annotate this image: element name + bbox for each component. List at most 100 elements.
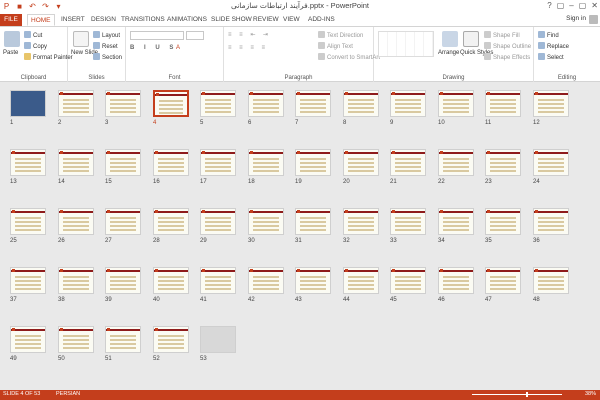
slide-thumbnail[interactable] <box>485 267 521 294</box>
tab-animations[interactable]: ANIMATIONS <box>164 14 210 26</box>
slide-thumbnail[interactable] <box>153 149 189 176</box>
slide-thumbnail[interactable] <box>438 267 474 294</box>
list-buttons-icon[interactable]: ≡ ≡ ⇤ ⇥ <box>228 31 271 38</box>
slide-thumbnail[interactable] <box>153 326 189 353</box>
tab-home[interactable]: HOME <box>27 14 55 26</box>
slide-thumbnail[interactable] <box>58 149 94 176</box>
language-indicator[interactable]: PERSIAN <box>56 391 80 397</box>
slide-thumbnail[interactable] <box>10 267 46 294</box>
paste-button[interactable]: Paste <box>3 50 18 56</box>
slide-thumbnail[interactable] <box>295 90 331 117</box>
zoom-slider[interactable] <box>472 394 562 395</box>
ribbon-display-button[interactable]: ▢ <box>557 1 565 10</box>
cut-button[interactable]: Cut <box>24 31 42 39</box>
slide-thumbnail[interactable] <box>295 267 331 294</box>
font-format-buttons[interactable]: B I U S <box>130 45 177 51</box>
tab-design[interactable]: DESIGN <box>88 14 119 26</box>
tab-slide-show[interactable]: SLIDE SHOW <box>208 14 255 26</box>
slide-thumbnail[interactable] <box>200 90 236 117</box>
layout-button[interactable]: Layout <box>93 31 120 39</box>
font-name-box[interactable] <box>130 31 184 40</box>
slide-thumbnail[interactable] <box>248 267 284 294</box>
slide-thumbnail[interactable] <box>485 149 521 176</box>
slide-thumbnail[interactable] <box>200 208 236 235</box>
align-buttons-icon[interactable]: ≡ ≡ ≡ ≡ <box>228 45 268 51</box>
copy-button[interactable]: Copy <box>24 42 47 50</box>
font-color-icon[interactable]: A <box>176 45 180 51</box>
slide-thumbnail[interactable] <box>343 149 379 176</box>
tab-file[interactable]: FILE <box>0 14 22 26</box>
slide-thumbnail[interactable] <box>105 326 141 353</box>
slide-thumbnail[interactable] <box>153 90 189 117</box>
slide-thumbnail[interactable] <box>248 149 284 176</box>
format-painter-button[interactable]: Format Painter <box>24 53 73 61</box>
slide-thumbnail[interactable] <box>58 90 94 117</box>
slide-thumbnail[interactable] <box>105 208 141 235</box>
quick-styles-icon[interactable] <box>463 31 479 47</box>
slide-thumbnail[interactable] <box>438 90 474 117</box>
shape-outline-button[interactable]: Shape Outline <box>484 42 531 50</box>
font-size-box[interactable] <box>186 31 204 40</box>
slide-thumbnail[interactable] <box>105 267 141 294</box>
slide-thumbnail[interactable] <box>248 208 284 235</box>
sign-in-link[interactable]: Sign in <box>566 15 586 22</box>
slide-thumbnail[interactable] <box>200 267 236 294</box>
slide-thumbnail[interactable] <box>58 267 94 294</box>
slide-thumbnail[interactable] <box>153 267 189 294</box>
reset-button[interactable]: Reset <box>93 42 118 50</box>
tab-transitions[interactable]: TRANSITIONS <box>118 14 168 26</box>
shape-effects-button[interactable]: Shape Effects <box>484 53 530 61</box>
tab-review[interactable]: REVIEW <box>250 14 282 26</box>
close-button[interactable]: ✕ <box>591 1 598 10</box>
slide-thumbnail[interactable] <box>248 90 284 117</box>
slide-thumbnail[interactable] <box>438 208 474 235</box>
shapes-gallery[interactable] <box>378 31 434 57</box>
paste-icon[interactable] <box>4 31 20 47</box>
slide-thumbnail[interactable] <box>10 90 46 117</box>
zoom-slider-thumb[interactable] <box>526 392 528 397</box>
new-slide-icon[interactable] <box>73 31 89 47</box>
select-button[interactable]: Select <box>538 53 564 61</box>
arrange-button[interactable]: Arrange <box>438 50 459 56</box>
slide-thumbnail[interactable] <box>58 326 94 353</box>
zoom-level[interactable]: 38% <box>585 391 596 397</box>
slide-thumbnail[interactable] <box>10 149 46 176</box>
tab-add-ins[interactable]: ADD-INS <box>305 14 338 26</box>
slide-thumbnail[interactable] <box>533 267 569 294</box>
slide-thumbnail[interactable] <box>390 208 426 235</box>
slide-thumbnail[interactable] <box>485 90 521 117</box>
tab-insert[interactable]: INSERT <box>58 14 88 26</box>
slide-thumbnail[interactable] <box>533 149 569 176</box>
tab-view[interactable]: VIEW <box>280 14 303 26</box>
align-text-button[interactable]: Align Text <box>318 42 353 50</box>
shape-fill-button[interactable]: Shape Fill <box>484 31 520 39</box>
maximize-button[interactable]: ▢ <box>579 1 587 10</box>
slide-thumbnail[interactable] <box>485 208 521 235</box>
convert-smartart-button[interactable]: Convert to SmartArt <box>318 53 380 61</box>
slide-thumbnail[interactable] <box>10 208 46 235</box>
slide-thumbnail[interactable] <box>438 149 474 176</box>
slide-thumbnail[interactable] <box>390 149 426 176</box>
slide-thumbnail[interactable] <box>295 208 331 235</box>
slide-thumbnail[interactable] <box>533 208 569 235</box>
text-direction-button[interactable]: Text Direction <box>318 31 363 39</box>
slide-thumbnail[interactable] <box>200 149 236 176</box>
section-button[interactable]: Section <box>93 53 122 61</box>
slide-thumbnail[interactable] <box>390 90 426 117</box>
slide-thumbnail[interactable] <box>343 90 379 117</box>
arrange-icon[interactable] <box>442 31 458 47</box>
slide-thumbnail[interactable] <box>295 149 331 176</box>
slide-thumbnail[interactable] <box>153 208 189 235</box>
slide-thumbnail[interactable] <box>390 267 426 294</box>
find-button[interactable]: Find <box>538 31 559 39</box>
replace-button[interactable]: Replace <box>538 42 569 50</box>
slide-thumbnail[interactable] <box>10 326 46 353</box>
slide-thumbnail[interactable] <box>58 208 94 235</box>
help-button[interactable]: ? <box>547 1 551 10</box>
user-avatar[interactable] <box>589 15 598 24</box>
slide-thumbnail[interactable] <box>105 90 141 117</box>
minimize-button[interactable]: – <box>569 1 573 10</box>
slide-thumbnail[interactable] <box>343 208 379 235</box>
slide-thumbnail[interactable] <box>343 267 379 294</box>
slide-thumbnail[interactable] <box>533 90 569 117</box>
